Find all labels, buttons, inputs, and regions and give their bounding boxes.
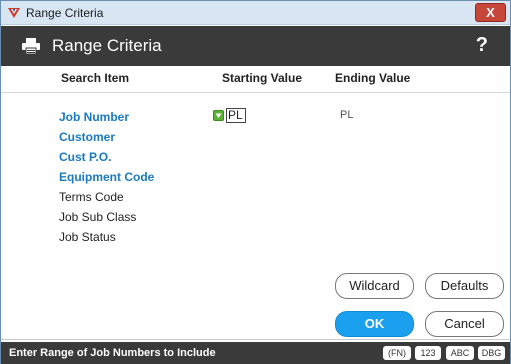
search-item-cust-po[interactable]: Cust P.O.	[59, 150, 111, 164]
column-header-ending-value: Ending Value	[335, 71, 411, 85]
search-item-job-number[interactable]: Job Number	[59, 110, 129, 124]
debug-indicator[interactable]: DBG	[478, 346, 505, 360]
status-bar: Enter Range of Job Numbers to Include (F…	[1, 342, 510, 364]
dropdown-arrow-icon[interactable]	[213, 110, 224, 121]
search-item-equipment-code[interactable]: Equipment Code	[59, 170, 154, 184]
search-item-customer[interactable]: Customer	[59, 130, 115, 144]
header-divider	[1, 92, 510, 93]
window-title: Range Criteria	[26, 6, 104, 20]
title-bar: Range Criteria X	[1, 1, 510, 25]
ok-button[interactable]: OK	[335, 311, 414, 337]
cancel-button[interactable]: Cancel	[425, 311, 504, 337]
column-header-starting-value: Starting Value	[222, 71, 303, 85]
wildcard-button[interactable]: Wildcard	[335, 273, 414, 299]
search-item-job-sub-class[interactable]: Job Sub Class	[59, 210, 136, 224]
range-criteria-window: Range Criteria X Range Criteria ? Search…	[0, 0, 511, 364]
close-icon: X	[486, 5, 495, 20]
numeric-mode-indicator[interactable]: 123	[415, 346, 441, 360]
help-icon[interactable]: ?	[476, 34, 488, 57]
starting-value-input[interactable]: PL	[226, 108, 246, 123]
column-header-search-item: Search Item	[61, 71, 130, 85]
ending-value-text[interactable]: PL	[340, 109, 353, 121]
close-button[interactable]: X	[475, 3, 506, 22]
defaults-button[interactable]: Defaults	[425, 273, 504, 299]
search-item-terms-code[interactable]: Terms Code	[59, 190, 124, 204]
footer-divider	[1, 339, 510, 340]
printer-icon	[22, 38, 40, 55]
status-message: Enter Range of Job Numbers to Include	[9, 347, 216, 359]
alpha-mode-indicator[interactable]: ABC	[446, 346, 474, 360]
fn-key-indicator[interactable]: (FN)	[383, 346, 411, 360]
dialog-header: Range Criteria ?	[1, 26, 510, 66]
app-logo-icon	[8, 8, 20, 18]
dialog-title: Range Criteria	[52, 36, 162, 55]
search-item-job-status[interactable]: Job Status	[59, 230, 116, 244]
